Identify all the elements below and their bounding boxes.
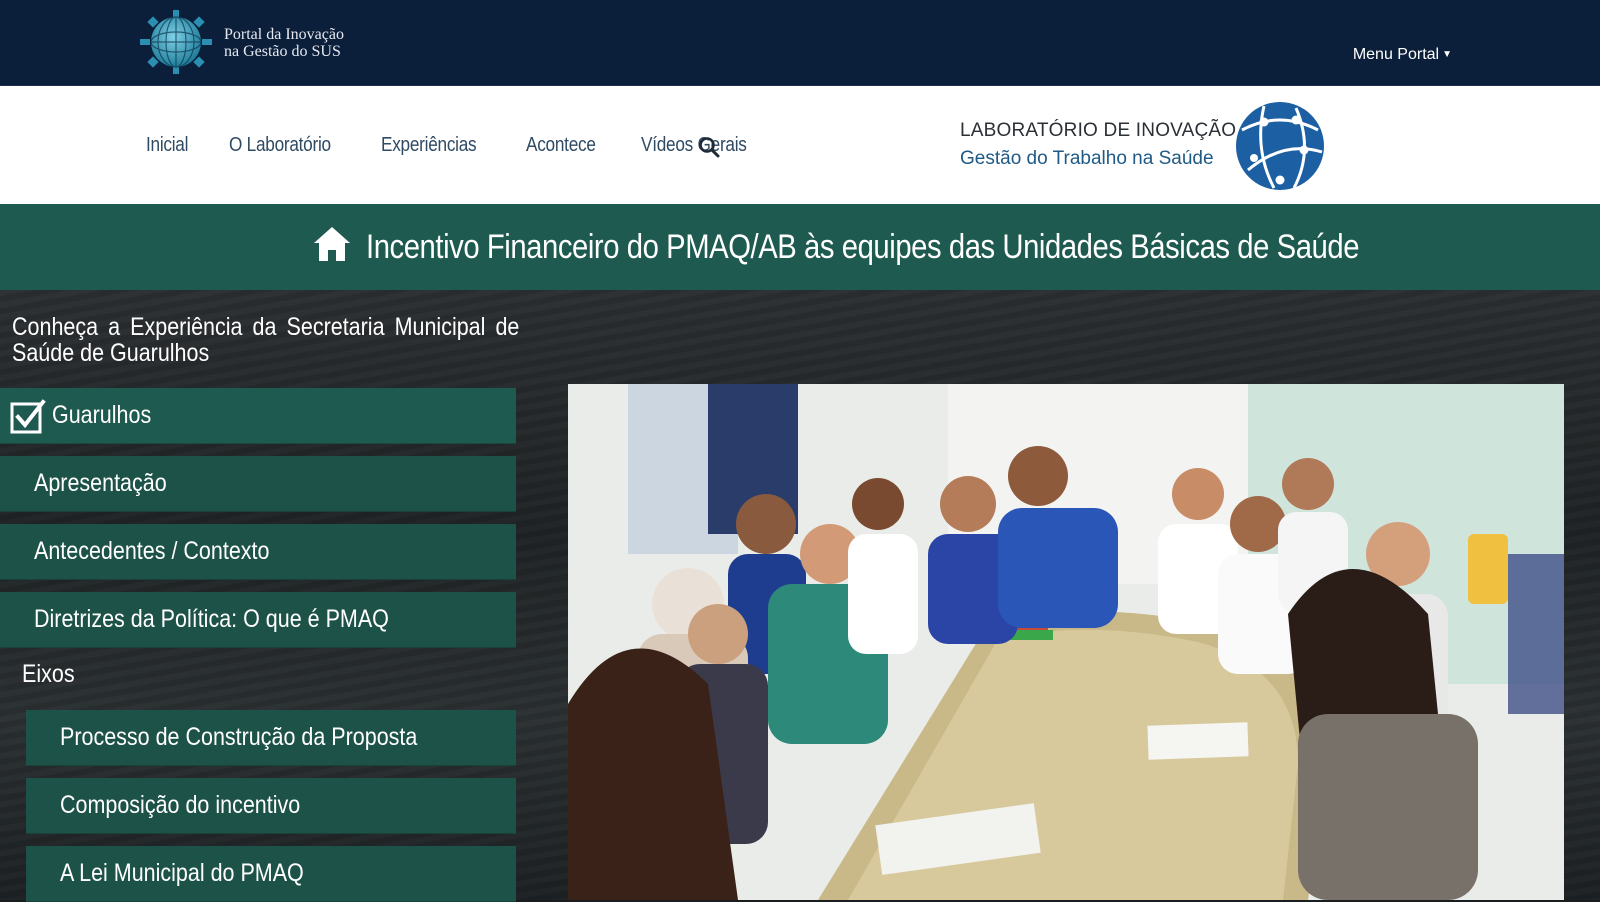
sidebar-subitem-composicao[interactable]: Composição do incentivo <box>26 778 516 834</box>
lab-brand[interactable]: LABORATÓRIO DE INOVAÇÃO Gestão do Trabal… <box>960 120 1236 170</box>
sidebar-group-eixos: Eixos <box>22 660 75 688</box>
search-icon[interactable] <box>698 136 720 158</box>
globe-icon[interactable] <box>1234 100 1326 192</box>
menu-portal-dropdown[interactable]: Menu Portal ▼ <box>1353 46 1452 64</box>
menu-portal-label: Menu Portal <box>1352 46 1440 63</box>
sidebar-item-label: Diretrizes da Política: O que é PMAQ <box>34 605 389 633</box>
sidebar-item-label: Guarulhos <box>52 401 152 429</box>
experience-intro: Conheça a Experiência da Secretaria Muni… <box>12 313 520 367</box>
lab-brand-line2: Gestão do Trabalho na Saúde <box>960 148 1214 169</box>
sidebar-item-label: Apresentação <box>34 469 167 497</box>
sidebar-subitem-processo[interactable]: Processo de Construção da Proposta <box>26 710 516 766</box>
portal-header: Portal da Inovação na Gestão do SUS Menu… <box>0 0 1600 86</box>
sidebar-subitem-lei-municipal[interactable]: A Lei Municipal do PMAQ <box>26 846 516 902</box>
sidebar-item-label: A Lei Municipal do PMAQ <box>60 859 304 887</box>
lab-brand-line1: LABORATÓRIO DE INOVAÇÃO <box>960 120 1237 141</box>
meeting-photo <box>568 384 1564 900</box>
portal-logo-icon[interactable] <box>140 10 212 74</box>
sidebar-item-apresentacao[interactable]: Apresentação <box>0 456 516 512</box>
checkbox-checked-icon <box>10 398 46 433</box>
caret-down-icon: ▼ <box>1442 49 1452 61</box>
portal-name[interactable]: Portal da Inovação na Gestão do SUS <box>224 26 344 60</box>
page-title: Incentivo Financeiro do PMAQ/AB às equip… <box>366 228 1360 266</box>
nav-link-acontece[interactable]: Acontece <box>526 134 596 157</box>
main-navigation: Inicial O Laboratório Experiências Acont… <box>0 86 1600 204</box>
nav-link-o-laboratorio[interactable]: O Laboratório <box>229 134 331 157</box>
nav-link-inicial[interactable]: Inicial <box>146 134 188 157</box>
sidebar-item-label: Processo de Construção da Proposta <box>60 723 418 751</box>
portal-name-line1: Portal da Inovação <box>224 26 344 43</box>
portal-name-line2: na Gestão do SUS <box>224 43 341 60</box>
sidebar-item-antecedentes[interactable]: Antecedentes / Contexto <box>0 524 516 580</box>
sidebar-item-guarulhos[interactable]: Guarulhos <box>0 388 516 444</box>
home-icon[interactable] <box>312 224 352 264</box>
nav-link-experiencias[interactable]: Experiências <box>381 134 477 157</box>
nav-link-videos-gerais[interactable]: Vídeos Gerais <box>641 134 747 157</box>
sidebar-item-label: Composição do incentivo <box>60 791 301 819</box>
sidebar-item-diretrizes[interactable]: Diretrizes da Política: O que é PMAQ <box>0 592 516 648</box>
sidebar-item-label: Antecedentes / Contexto <box>34 537 270 565</box>
